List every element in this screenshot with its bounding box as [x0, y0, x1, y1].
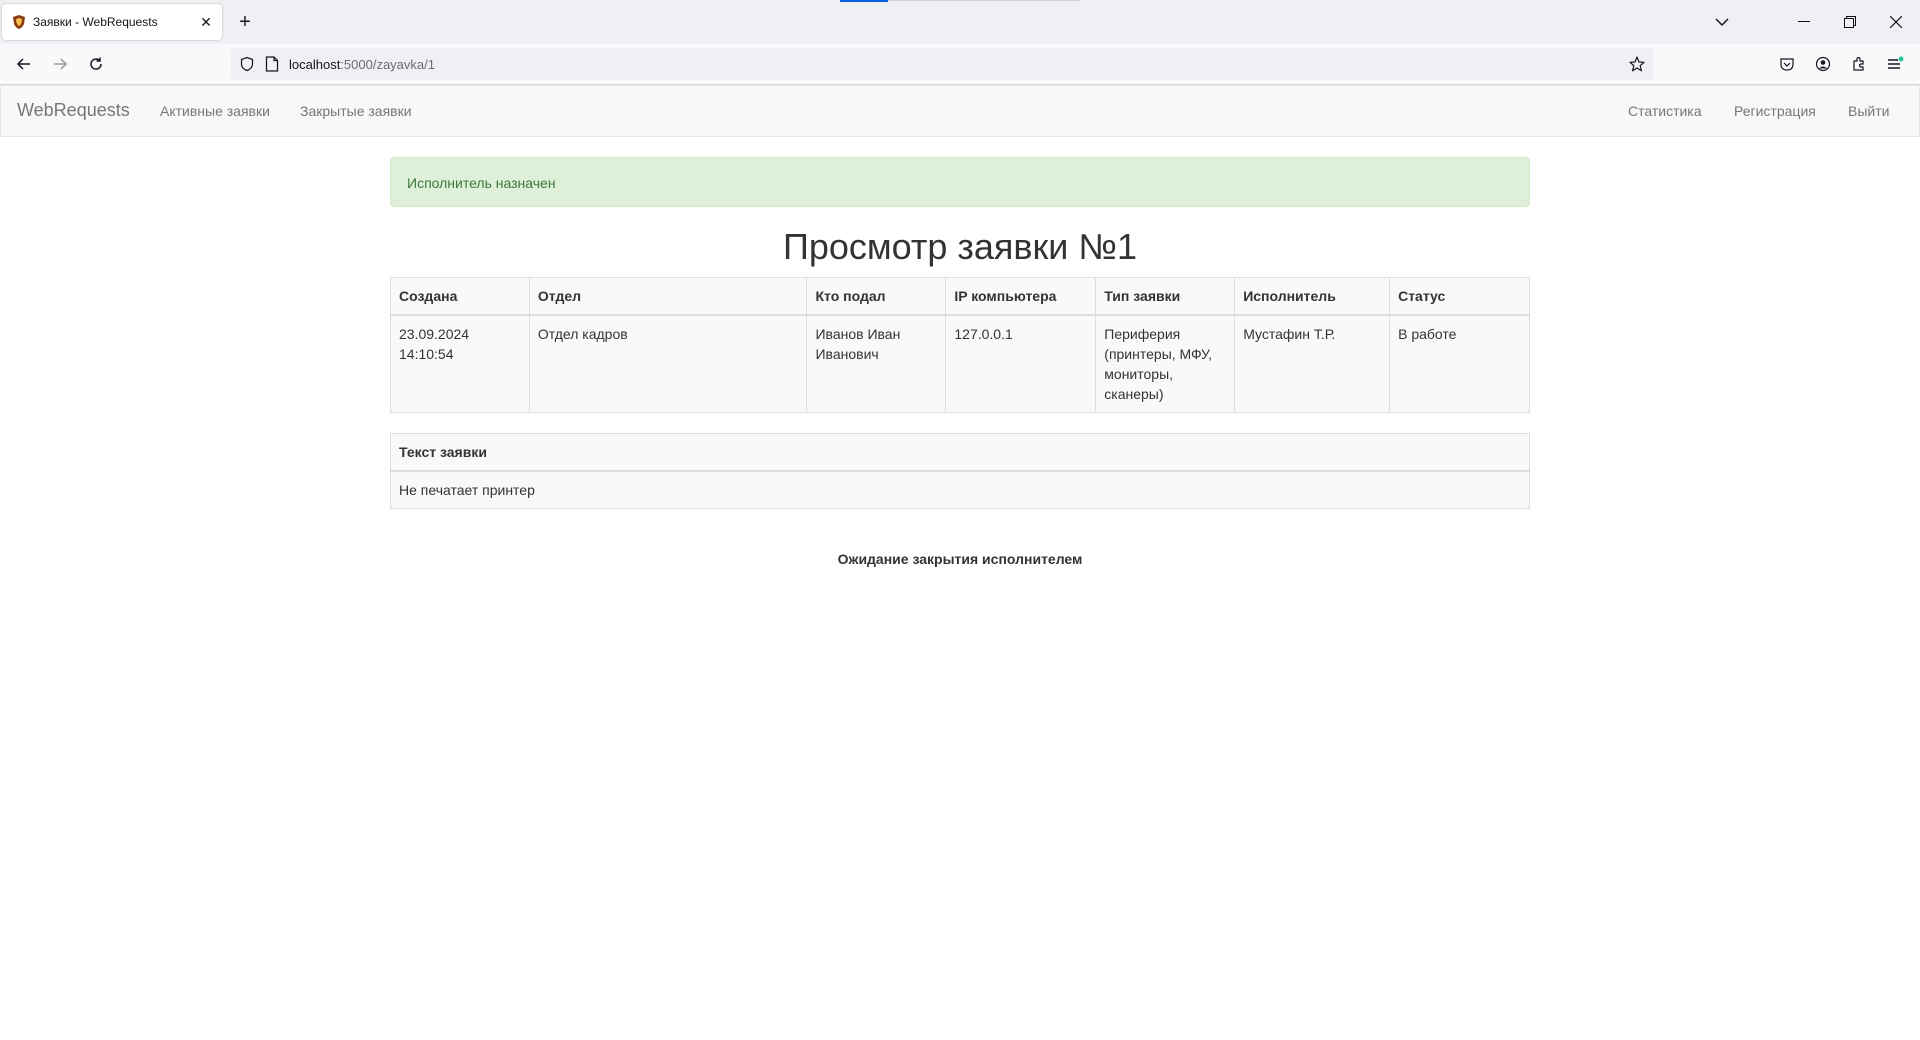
- reload-icon[interactable]: [82, 50, 110, 78]
- url-path: :5000/zayavka/1: [340, 56, 435, 72]
- table-row: Не печатает принтер: [390, 470, 1530, 510]
- cell-status: В работе: [1389, 314, 1530, 414]
- forward-icon[interactable]: [46, 50, 74, 78]
- url-bar[interactable]: localhost:5000/zayavka/1: [231, 48, 1653, 80]
- pocket-icon[interactable]: [1773, 50, 1801, 78]
- col-header-status: Статус: [1389, 276, 1530, 316]
- request-text-table: Текст заявки Не печатает принтер: [390, 433, 1530, 510]
- browser-tab[interactable]: Заявки - WebRequests ✕: [2, 4, 222, 40]
- brand-link[interactable]: WebRequests: [17, 100, 130, 121]
- minimize-icon[interactable]: [1782, 0, 1826, 44]
- menu-icon[interactable]: [1881, 50, 1909, 78]
- tab-close-icon[interactable]: ✕: [194, 10, 218, 34]
- request-table: Создана Отдел Кто подал IP компьютера Ти…: [390, 276, 1530, 414]
- col-header-created: Создана: [390, 276, 530, 316]
- cell-ip: 127.0.0.1: [945, 314, 1097, 414]
- request-text-header: Текст заявки: [390, 433, 1530, 473]
- nav-closed-requests[interactable]: Закрытые заявки: [300, 103, 412, 119]
- col-header-type: Тип заявки: [1095, 276, 1236, 316]
- col-header-ip: IP компьютера: [945, 276, 1097, 316]
- tab-overflow-indicator: [840, 0, 888, 2]
- restore-icon[interactable]: [1828, 0, 1872, 44]
- col-header-department: Отдел: [528, 276, 808, 316]
- site-navbar: WebRequests Активные заявки Закрытые зая…: [0, 85, 1920, 137]
- col-header-submitter: Кто подал: [806, 276, 947, 316]
- new-tab-icon[interactable]: +: [232, 9, 258, 35]
- cell-department: Отдел кадров: [528, 314, 808, 414]
- account-icon[interactable]: [1809, 50, 1837, 78]
- extensions-icon[interactable]: [1845, 50, 1873, 78]
- cell-created: 23.09.2024 14:10:54: [390, 314, 530, 414]
- col-header-executor: Исполнитель: [1234, 276, 1391, 316]
- cell-executor: Мустафин Т.Р.: [1234, 314, 1391, 414]
- url-host: localhost: [289, 56, 341, 72]
- tab-title: Заявки - WebRequests: [33, 15, 158, 29]
- request-text-header-row: Текст заявки: [390, 433, 1530, 473]
- waiting-status: Ожидание закрытия исполнителем: [837, 551, 1083, 568]
- request-text-value: Не печатает принтер: [390, 470, 1530, 510]
- nav-logout[interactable]: Выйти: [1848, 103, 1889, 119]
- tab-strip-line: [888, 0, 1080, 1]
- page-info-icon[interactable]: [265, 56, 279, 72]
- created-time: 14:10:54: [399, 345, 454, 362]
- success-alert: Исполнитель назначен: [390, 157, 1530, 207]
- shield-icon[interactable]: [239, 56, 255, 72]
- main-container: Исполнитель назначен Просмотр заявки №1 …: [390, 157, 1530, 567]
- close-window-icon[interactable]: [1874, 0, 1918, 44]
- favicon-icon: [11, 14, 27, 30]
- nav-statistics[interactable]: Статистика: [1628, 103, 1702, 119]
- browser-toolbar: localhost:5000/zayavka/1: [0, 44, 1920, 85]
- request-table-header-row: Создана Отдел Кто подал IP компьютера Ти…: [390, 276, 1530, 316]
- url-text[interactable]: localhost:5000/zayavka/1: [289, 57, 435, 72]
- page-title: Просмотр заявки №1: [782, 226, 1138, 267]
- nav-registration[interactable]: Регистрация: [1734, 103, 1816, 119]
- back-icon[interactable]: [10, 50, 38, 78]
- list-all-tabs-icon[interactable]: [1700, 0, 1744, 44]
- cell-type: Периферия (принтеры, МФУ, мониторы, скан…: [1095, 314, 1236, 414]
- cell-submitter: Иванов Иван Иванович: [806, 314, 947, 414]
- nav-active-requests[interactable]: Активные заявки: [160, 103, 270, 119]
- table-row: 23.09.2024 14:10:54 Отдел кадров Иванов И…: [390, 314, 1530, 414]
- browser-tab-bar: Заявки - WebRequests ✕ +: [0, 0, 1920, 44]
- bookmark-star-icon[interactable]: [1629, 56, 1645, 72]
- created-date: 23.09.2024: [399, 325, 470, 342]
